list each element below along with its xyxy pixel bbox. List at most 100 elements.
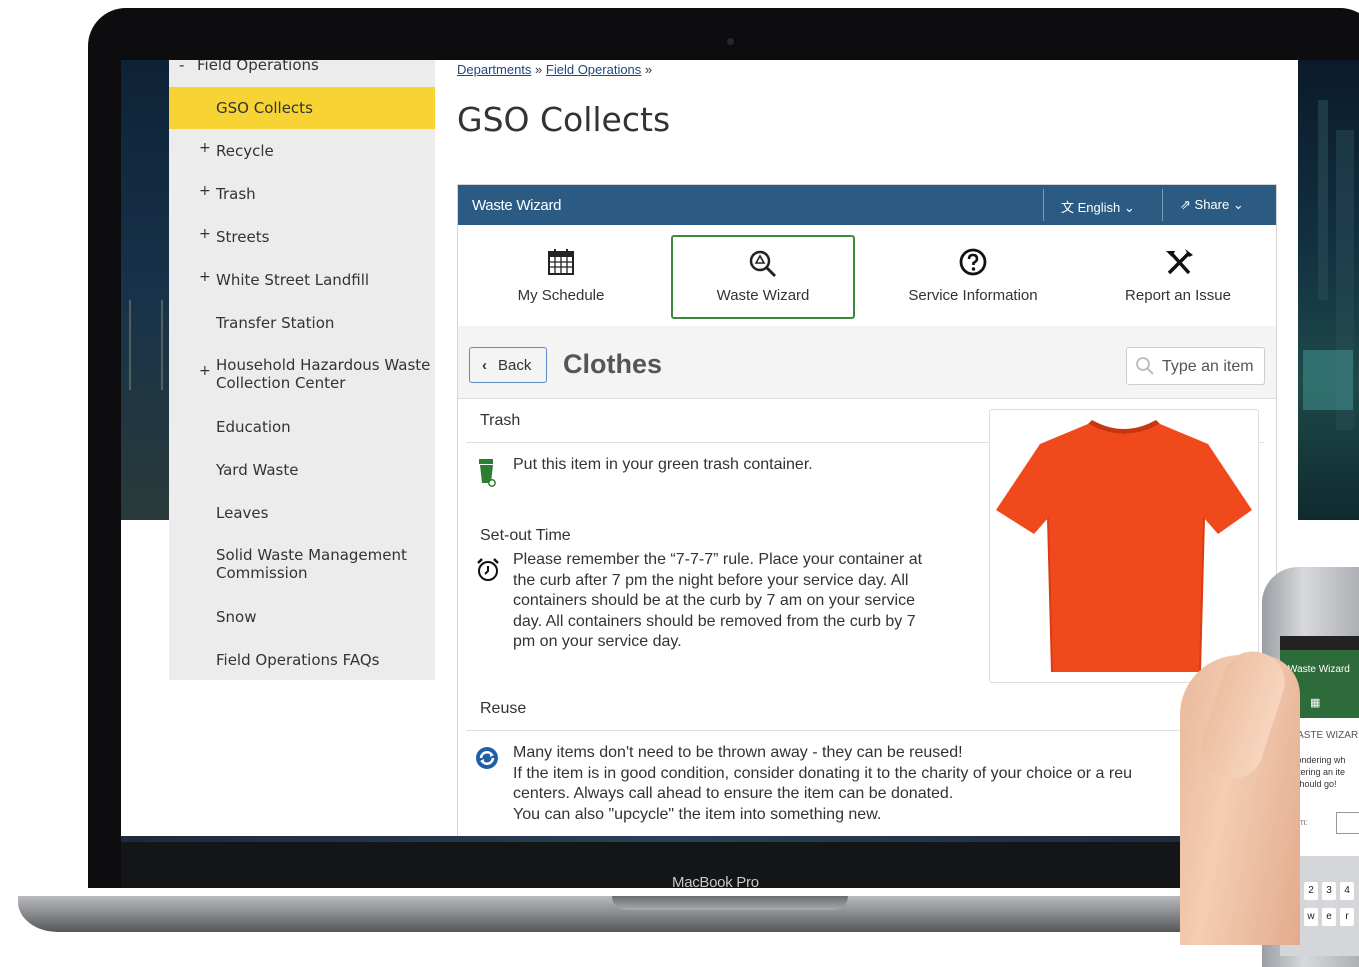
sidebar-item-label: Recycle: [216, 142, 274, 160]
phone-status-bar: [1280, 636, 1359, 650]
sidebar-item-label: Transfer Station: [216, 314, 335, 332]
sidebar-item-label-line2: Commission: [216, 564, 308, 582]
sidebar-item-trash[interactable]: + Trash: [169, 173, 435, 215]
sidebar-item-solid-waste-commission[interactable]: Solid Waste Management Commission: [169, 535, 435, 591]
phone-item-input[interactable]: [1336, 812, 1359, 834]
sidebar-item-household-hazardous-waste[interactable]: + Household Hazardous Waste Collection C…: [169, 345, 435, 401]
main-content: Departments » Field Operations » GSO Col…: [457, 60, 1277, 836]
section-title-setout: Set-out Time: [480, 527, 571, 544]
background-photo-left: [121, 60, 169, 520]
share-label: Share: [1194, 197, 1230, 212]
sidebar-item-label: White Street Landfill: [216, 271, 370, 289]
breadcrumb-link-departments[interactable]: Departments: [457, 62, 531, 77]
sidebar-item-label: Yard Waste: [216, 461, 299, 479]
sidebar-item-transfer-station[interactable]: Transfer Station: [169, 302, 435, 344]
sidebar-item-leaves[interactable]: Leaves: [169, 492, 435, 534]
sidebar-item-education[interactable]: Education: [169, 406, 435, 448]
tab-report-an-issue[interactable]: Report an Issue: [1086, 235, 1270, 319]
breadcrumb-link-field-operations[interactable]: Field Operations: [546, 62, 641, 77]
reuse-line: You can also "upcycle" the item into som…: [513, 805, 882, 823]
expand-icon[interactable]: +: [199, 269, 211, 285]
item-search-input[interactable]: Type an item: [1126, 347, 1265, 385]
divider: [1043, 189, 1044, 221]
sidebar-item-label-line2: Collection Center: [216, 374, 346, 392]
phone-header-title: Waste Wizard: [1288, 664, 1350, 675]
laptop-camera: [727, 38, 734, 45]
search-recycle-icon: [749, 250, 777, 278]
sidebar-item-gso-collects[interactable]: GSO Collects: [169, 87, 435, 129]
translate-icon: 文: [1061, 200, 1075, 215]
reuse-line: centers. Always call ahead to ensure the…: [513, 785, 954, 802]
sidebar-item-label: Trash: [216, 185, 256, 203]
key[interactable]: e: [1322, 908, 1336, 926]
expand-icon[interactable]: +: [199, 183, 211, 199]
breadcrumb: Departments » Field Operations »: [457, 62, 652, 77]
sidebar-item-label: Household Hazardous Waste: [216, 356, 431, 374]
widget-tabs: My Schedule Waste Wizard Service Informa…: [458, 225, 1276, 327]
tab-service-information[interactable]: Service Information: [881, 235, 1065, 319]
reuse-line: Many items don't need to be thrown away …: [513, 744, 963, 761]
key[interactable]: r: [1340, 908, 1354, 926]
tools-icon: [1166, 249, 1193, 275]
chevron-down-icon: ⌄: [1123, 200, 1135, 215]
key[interactable]: 4: [1340, 882, 1354, 900]
tab-label: Report an Issue: [1125, 287, 1231, 304]
setout-text: Please remember the “7-7-7” rule. Place …: [513, 550, 922, 653]
item-header: ‹ Back Clothes Type an item: [458, 326, 1276, 399]
sidebar-item-field-operations-faqs[interactable]: Field Operations FAQs: [169, 639, 435, 681]
screen-bottom-reflection: [121, 836, 1221, 842]
waste-wizard-widget: Waste Wizard 文 English ⌄ ⇗ Share ⌄ My Sc…: [457, 184, 1277, 836]
alarm-clock-icon: [477, 558, 499, 581]
laptop-label: MacBook Pro: [672, 874, 759, 891]
collapse-icon: -: [179, 60, 185, 74]
expand-icon[interactable]: +: [199, 226, 211, 242]
back-label: Back: [498, 357, 532, 374]
setout-line: Please remember the “7-7-7” rule. Place …: [513, 551, 923, 568]
sidebar-item-white-street-landfill[interactable]: + White Street Landfill: [169, 259, 435, 301]
sidebar-item-streets[interactable]: + Streets: [169, 216, 435, 258]
back-button[interactable]: ‹ Back: [469, 347, 547, 383]
sidebar-item-yard-waste[interactable]: Yard Waste: [169, 449, 435, 491]
sidebar-item-label: Field Operations FAQs: [216, 651, 380, 669]
sidebar-item-label: Solid Waste Management: [216, 546, 407, 564]
share-button[interactable]: ⇗ Share ⌄: [1180, 197, 1244, 213]
language-button[interactable]: 文 English ⌄: [1061, 197, 1135, 216]
tab-label: Waste Wizard: [716, 287, 810, 304]
key[interactable]: w: [1304, 908, 1318, 926]
share-icon: ⇗: [1180, 197, 1191, 212]
item-image-card: [989, 409, 1259, 683]
setout-line: pm on your service day.: [513, 633, 682, 650]
expand-icon[interactable]: +: [199, 363, 211, 379]
trash-instruction: Put this item in your green trash contai…: [513, 456, 813, 473]
sidebar-section-field-operations[interactable]: - Field Operations: [169, 60, 435, 78]
chevron-down-icon: ⌄: [1232, 197, 1244, 212]
calendar-icon[interactable]: ▦: [1310, 696, 1320, 709]
section-title-trash: Trash: [480, 412, 521, 429]
sidebar-item-label: Streets: [216, 228, 270, 246]
divider: [1162, 189, 1163, 221]
laptop-notch: [612, 896, 848, 910]
reuse-text: Many items don't need to be thrown away …: [513, 743, 1132, 825]
t-shirt-image: [996, 420, 1252, 673]
search-placeholder: Type an item: [1162, 358, 1254, 375]
search-icon: [1136, 357, 1154, 375]
sidebar-item-recycle[interactable]: + Recycle: [169, 130, 435, 172]
tab-my-schedule[interactable]: My Schedule: [469, 235, 653, 319]
expand-icon[interactable]: +: [199, 140, 211, 156]
tab-waste-wizard[interactable]: Waste Wizard: [671, 235, 855, 319]
chevron-left-icon: ‹: [482, 357, 487, 374]
background-photo-right: [1298, 60, 1359, 520]
sidebar-item-snow[interactable]: Snow: [169, 596, 435, 638]
setout-line: containers should be at the curb by 7 am…: [513, 592, 915, 609]
tab-label: Service Information: [908, 287, 1038, 304]
item-title: Clothes: [563, 349, 663, 379]
question-icon: [959, 248, 987, 276]
sidebar-item-label: Snow: [216, 608, 257, 626]
widget-title: Waste Wizard: [472, 197, 562, 214]
sidebar-item-label: Education: [216, 418, 291, 436]
key[interactable]: 3: [1322, 882, 1336, 900]
widget-header-bar: Waste Wizard 文 English ⌄ ⇗ Share ⌄: [458, 185, 1276, 225]
key[interactable]: 2: [1304, 882, 1318, 900]
sidebar-item-label: GSO Collects: [216, 99, 313, 117]
breadcrumb-separator: »: [535, 62, 543, 77]
